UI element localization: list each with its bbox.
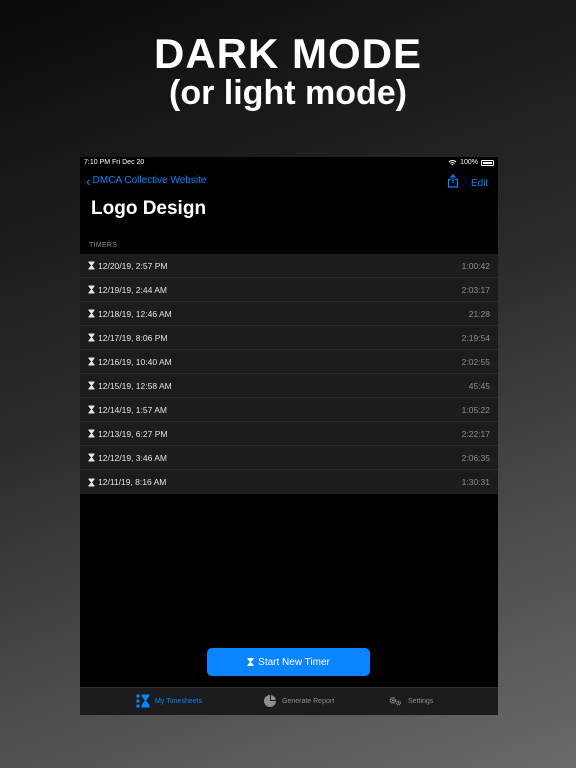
pie-chart-icon <box>264 695 276 707</box>
timer-date: 12/12/19, 3:46 AM <box>98 452 167 463</box>
timer-duration: 1:05:22 <box>461 404 490 415</box>
table-row[interactable]: 12/16/19, 10:40 AM 2:02:55 <box>80 350 498 374</box>
back-button[interactable]: ‹ DMCA Collective Website <box>86 172 207 189</box>
promo-headline: DARK MODE <box>154 30 422 77</box>
tab-label: My Timesheets <box>155 697 203 705</box>
tab-label: Settings <box>408 697 434 705</box>
hourglass-icon <box>88 333 95 342</box>
back-label: DMCA Collective Website <box>92 175 207 186</box>
edit-button[interactable]: Edit <box>471 178 488 189</box>
hourglass-icon <box>88 309 95 318</box>
table-row[interactable]: 12/17/19, 8:06 PM 2:19:54 <box>80 326 498 350</box>
hourglass-icon <box>88 478 95 486</box>
start-new-timer-label: Start New Timer <box>258 656 330 668</box>
promo-subheadline: (or light mode) <box>169 74 407 112</box>
start-new-timer-button[interactable]: Start New Timer <box>207 648 370 676</box>
wifi-icon <box>448 159 457 166</box>
hourglass-icon <box>88 453 95 462</box>
hourglass-icon <box>88 381 95 390</box>
section-header-timers: TIMERS <box>89 242 118 249</box>
timer-duration: 2:03:17 <box>461 284 490 295</box>
table-row[interactable]: 12/20/19, 2:57 PM 1:00:42 <box>80 254 498 278</box>
hourglass-icon <box>88 429 95 438</box>
status-time-date: 7:10 PM Fri Dec 20 <box>84 159 145 166</box>
timer-duration: 1:00:42 <box>461 260 490 271</box>
timer-date: 12/18/19, 12:46 AM <box>98 308 172 319</box>
table-row[interactable]: 12/12/19, 3:46 AM 2:06:35 <box>80 446 498 470</box>
timer-duration: 45:45 <box>468 380 490 391</box>
timer-date: 12/11/19, 8:16 AM <box>98 477 167 487</box>
timer-duration: 21:28 <box>468 308 490 319</box>
battery-percent: 100% <box>460 159 478 166</box>
timer-date: 12/20/19, 2:57 PM <box>98 260 168 271</box>
timer-duration: 2:02:55 <box>461 356 490 367</box>
timer-date: 12/17/19, 8:06 PM <box>98 332 168 343</box>
app-screen: 7:10 PM Fri Dec 20 100% ‹ DMCA Collectiv… <box>80 157 498 715</box>
timer-date: 12/13/19, 6:27 PM <box>98 428 168 439</box>
timer-duration: 1:30:31 <box>461 477 490 487</box>
timer-date: 12/15/19, 12:58 AM <box>98 380 172 391</box>
timer-duration: 2:06:35 <box>461 452 490 463</box>
timer-duration: 2:22:17 <box>461 428 490 439</box>
hourglass-icon <box>247 658 254 666</box>
timer-date: 12/14/19, 1:57 AM <box>98 404 167 415</box>
chevron-left-icon: ‹ <box>86 172 91 189</box>
tab-bar: My Timesheets Generate Report Settings <box>80 687 498 715</box>
page-title: Logo Design <box>91 198 207 219</box>
timers-list: 12/20/19, 2:57 PM 1:00:42 12/19/19, 2:44… <box>80 254 498 494</box>
share-icon[interactable] <box>447 174 459 188</box>
tab-settings[interactable]: Settings <box>389 694 433 708</box>
tab-generate-report[interactable]: Generate Report <box>263 694 334 708</box>
hourglass-icon <box>88 285 95 294</box>
hourglass-icon <box>88 261 95 270</box>
gears-icon <box>389 697 402 706</box>
timer-date: 12/16/19, 10:40 AM <box>98 356 172 367</box>
table-row[interactable]: 12/15/19, 12:58 AM 45:45 <box>80 374 498 398</box>
navigation-bar: ‹ DMCA Collective Website Edit <box>80 173 498 193</box>
battery-icon <box>481 159 494 166</box>
tab-my-timesheets[interactable]: My Timesheets <box>136 694 202 708</box>
hourglass-icon <box>88 405 95 414</box>
table-row[interactable]: 12/14/19, 1:57 AM 1:05:22 <box>80 398 498 422</box>
status-bar: 7:10 PM Fri Dec 20 100% <box>80 157 498 169</box>
tab-label: Generate Report <box>282 697 335 705</box>
timer-date: 12/19/19, 2:44 AM <box>98 284 167 295</box>
timer-duration: 2:19:54 <box>461 332 490 343</box>
timesheets-icon <box>136 694 150 708</box>
table-row[interactable]: 12/11/19, 8:16 AM 1:30:31 <box>80 470 498 494</box>
table-row[interactable]: 12/13/19, 6:27 PM 2:22:17 <box>80 422 498 446</box>
hourglass-icon <box>88 357 95 366</box>
table-row[interactable]: 12/18/19, 12:46 AM 21:28 <box>80 302 498 326</box>
table-row[interactable]: 12/19/19, 2:44 AM 2:03:17 <box>80 278 498 302</box>
